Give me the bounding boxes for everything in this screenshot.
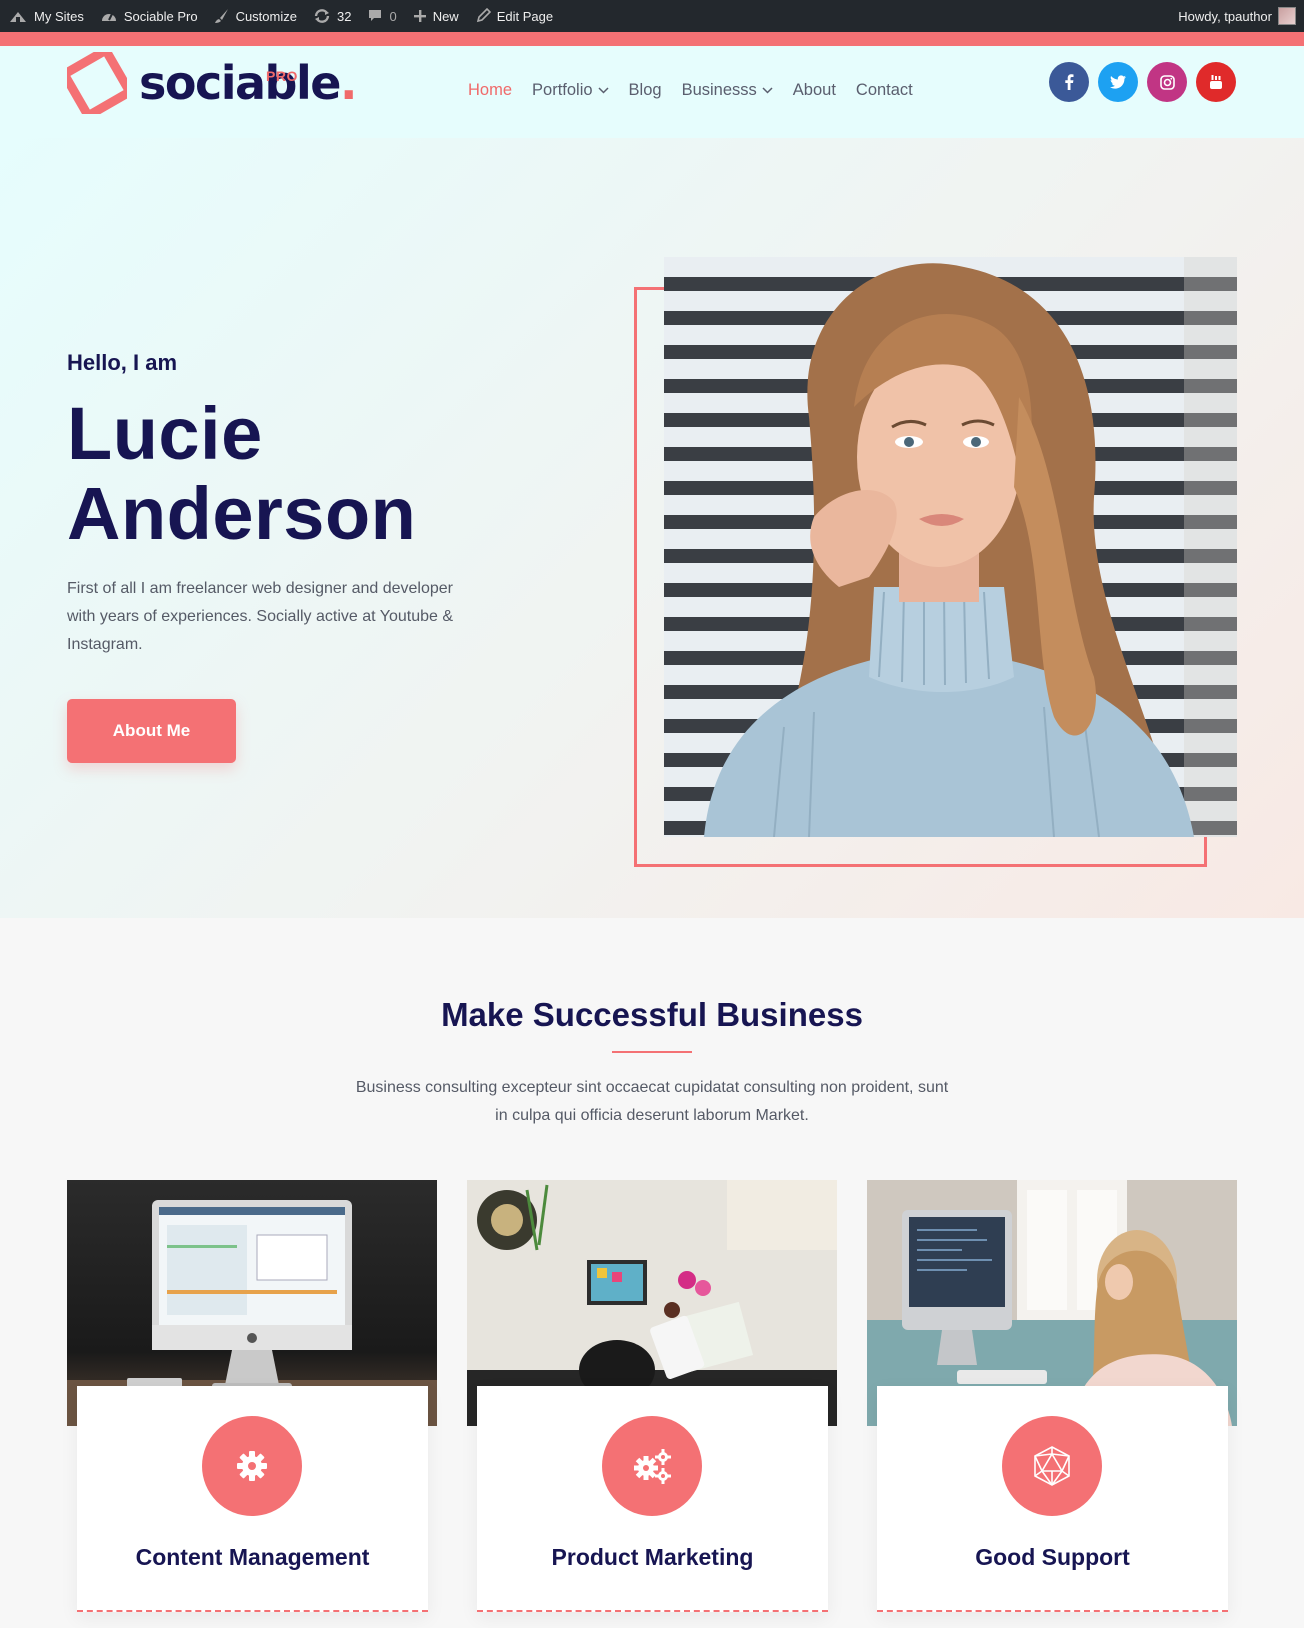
geodesic-icon-button[interactable]: [1002, 1416, 1102, 1516]
gear-icon-button[interactable]: [202, 1416, 302, 1516]
instagram-button[interactable]: [1147, 62, 1187, 102]
youtube-button[interactable]: [1196, 62, 1236, 102]
site-name-label: Sociable Pro: [123, 8, 198, 24]
gears-icon: [634, 1449, 671, 1484]
admin-bar: My Sites Sociable Pro Customize 32 0 New…: [0, 0, 1304, 32]
comments-link[interactable]: 0: [359, 0, 404, 32]
logo-wordmark: sociable.: [139, 56, 357, 110]
logo-mark-icon: [67, 52, 127, 114]
updates-icon: [314, 9, 330, 23]
comment-icon: [369, 10, 382, 21]
customize-link[interactable]: Customize: [206, 0, 305, 32]
my-sites-menu[interactable]: My Sites: [0, 0, 92, 32]
facebook-icon: [1065, 74, 1074, 90]
chevron-down-icon: [762, 87, 773, 94]
youtube-icon: [1210, 75, 1222, 89]
section-title-underline: [612, 1051, 692, 1053]
hero-name-first: Lucie: [67, 392, 263, 475]
site-header: sociable. PRO Home Portfolio Blog Busine…: [0, 46, 1304, 138]
comments-count: 0: [389, 8, 397, 24]
facebook-button[interactable]: [1049, 62, 1089, 102]
social-links: [1049, 62, 1245, 102]
accent-strip: [0, 32, 1304, 46]
about-me-button[interactable]: About Me: [67, 699, 236, 763]
account-menu[interactable]: Howdy, tpauthor: [1170, 0, 1304, 32]
nav-businesss[interactable]: Businesss: [682, 81, 773, 100]
hero-description: First of all I am freelancer web designe…: [67, 580, 453, 653]
service-card-content-management[interactable]: Content Management: [77, 1386, 428, 1612]
nav-contact[interactable]: Contact: [856, 81, 913, 100]
site-logo[interactable]: sociable.: [67, 52, 357, 114]
nav-blog[interactable]: Blog: [629, 81, 662, 100]
dashboard-icon: [101, 13, 116, 21]
card-title: Good Support: [975, 1544, 1130, 1570]
instagram-icon: [1159, 74, 1175, 90]
twitter-button[interactable]: [1098, 62, 1138, 102]
service-card-product-marketing[interactable]: Product Marketing: [477, 1386, 828, 1612]
twitter-icon: [1110, 75, 1126, 89]
my-sites-label: My Sites: [34, 8, 84, 24]
brush-icon: [214, 9, 228, 23]
section-description: Business consulting excepteur sint occae…: [355, 1079, 949, 1124]
card-title: Product Marketing: [551, 1544, 754, 1570]
card-title: Content Management: [135, 1544, 370, 1570]
gear-icon: [237, 1451, 267, 1481]
edit-page-link[interactable]: Edit Page: [467, 0, 561, 32]
nav-about[interactable]: About: [793, 81, 836, 100]
new-content-menu[interactable]: New: [405, 0, 467, 32]
hero-portrait-photo: [664, 257, 1237, 837]
hero-name: Lucie Anderson: [67, 394, 416, 554]
new-label: New: [432, 8, 459, 24]
nav-portfolio[interactable]: Portfolio: [532, 81, 609, 100]
edit-page-label: Edit Page: [496, 8, 554, 24]
customize-label: Customize: [235, 8, 297, 24]
site-name-menu[interactable]: Sociable Pro: [92, 0, 206, 32]
logo-pro-badge: PRO: [266, 68, 298, 84]
hero-section: Hello, I am Lucie Anderson First of all …: [0, 138, 1304, 918]
geodesic-icon: [1034, 1446, 1070, 1486]
service-card-good-support[interactable]: Good Support: [877, 1386, 1228, 1612]
gears-icon-button[interactable]: [602, 1416, 702, 1516]
main-nav: Home Portfolio Blog Businesss About Cont…: [468, 81, 933, 100]
howdy-label: Howdy, tpauthor: [1178, 8, 1272, 24]
avatar: [1278, 7, 1296, 25]
my-sites-icon: [10, 12, 26, 22]
nav-home[interactable]: Home: [468, 81, 512, 100]
pencil-icon: [476, 8, 491, 23]
updates-count: 32: [336, 8, 352, 24]
hero-kicker: Hello, I am: [67, 350, 178, 375]
updates-link[interactable]: 32: [305, 0, 359, 32]
plus-icon: [413, 10, 426, 22]
chevron-down-icon: [598, 87, 609, 94]
section-title: Make Successful Business: [441, 996, 863, 1033]
hero-name-last: Anderson: [67, 472, 417, 555]
